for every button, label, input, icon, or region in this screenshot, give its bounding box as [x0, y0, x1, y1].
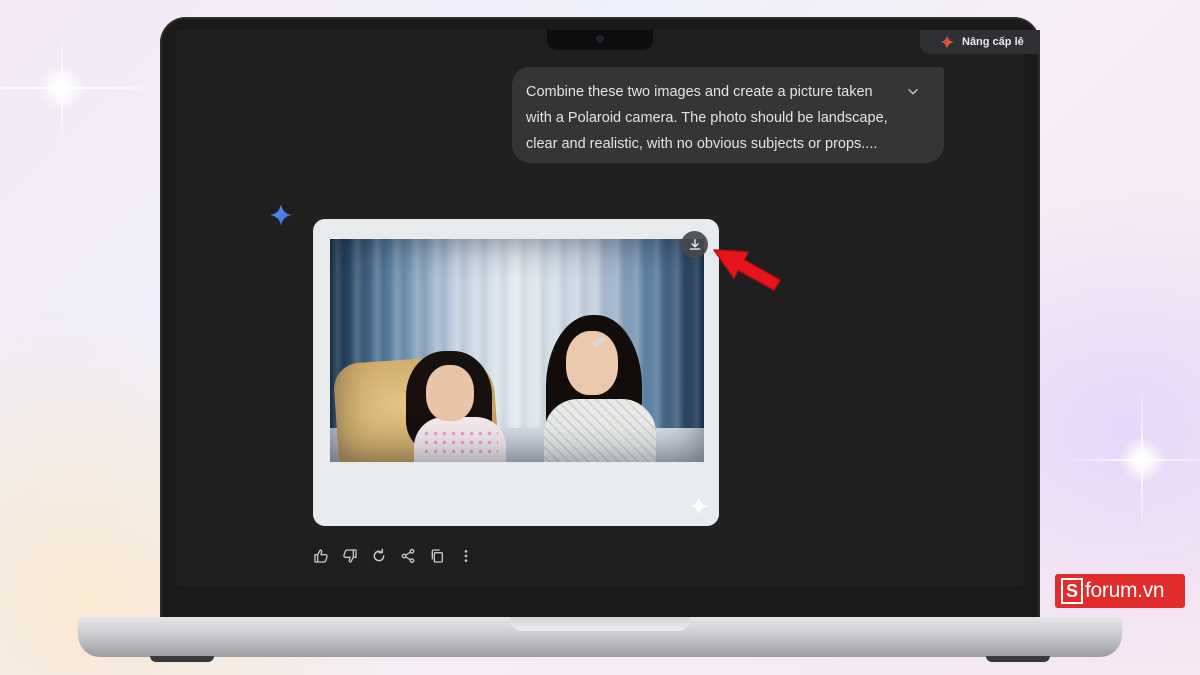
response-action-bar	[311, 544, 475, 568]
download-button[interactable]	[681, 231, 708, 258]
sparkle-icon	[690, 497, 708, 515]
watermark-text: forum.vn	[1085, 579, 1165, 602]
sforum-logo: S	[1061, 578, 1083, 604]
regenerate-button[interactable]	[369, 546, 388, 566]
camera-icon	[596, 35, 604, 43]
more-options-button[interactable]	[456, 546, 475, 566]
refresh-icon	[373, 548, 384, 562]
chevron-down-icon[interactable]	[906, 85, 920, 99]
copy-icon	[431, 549, 443, 563]
gemini-spark-icon	[270, 204, 292, 226]
more-vert-icon	[464, 550, 467, 562]
laptop-foot-left	[150, 656, 214, 662]
share-button[interactable]	[398, 546, 417, 566]
thumbs-up-icon	[313, 549, 328, 563]
user-prompt-text: Combine these two images and create a pi…	[526, 84, 888, 152]
annotation-arrow-icon	[713, 249, 781, 291]
upgrade-button[interactable]: Nâng cấp lê	[920, 30, 1040, 54]
gemini-spark-icon	[940, 35, 954, 49]
copy-button[interactable]	[427, 546, 446, 566]
laptop-foot-right	[986, 656, 1050, 662]
upgrade-label: Nâng cấp lê	[962, 36, 1024, 48]
laptop-opening-notch	[510, 617, 690, 631]
user-prompt-bubble: Combine these two images and create a pi…	[512, 67, 944, 163]
polaroid-photo[interactable]	[330, 239, 704, 462]
thumbs-down-icon	[342, 549, 357, 563]
download-icon	[689, 238, 700, 250]
svg-text:S: S	[1066, 581, 1078, 601]
thumbs-up-button[interactable]	[311, 546, 330, 566]
thumbs-down-button[interactable]	[340, 546, 359, 566]
share-icon	[401, 548, 414, 564]
sforum-watermark: S forum.vn	[1055, 574, 1185, 608]
